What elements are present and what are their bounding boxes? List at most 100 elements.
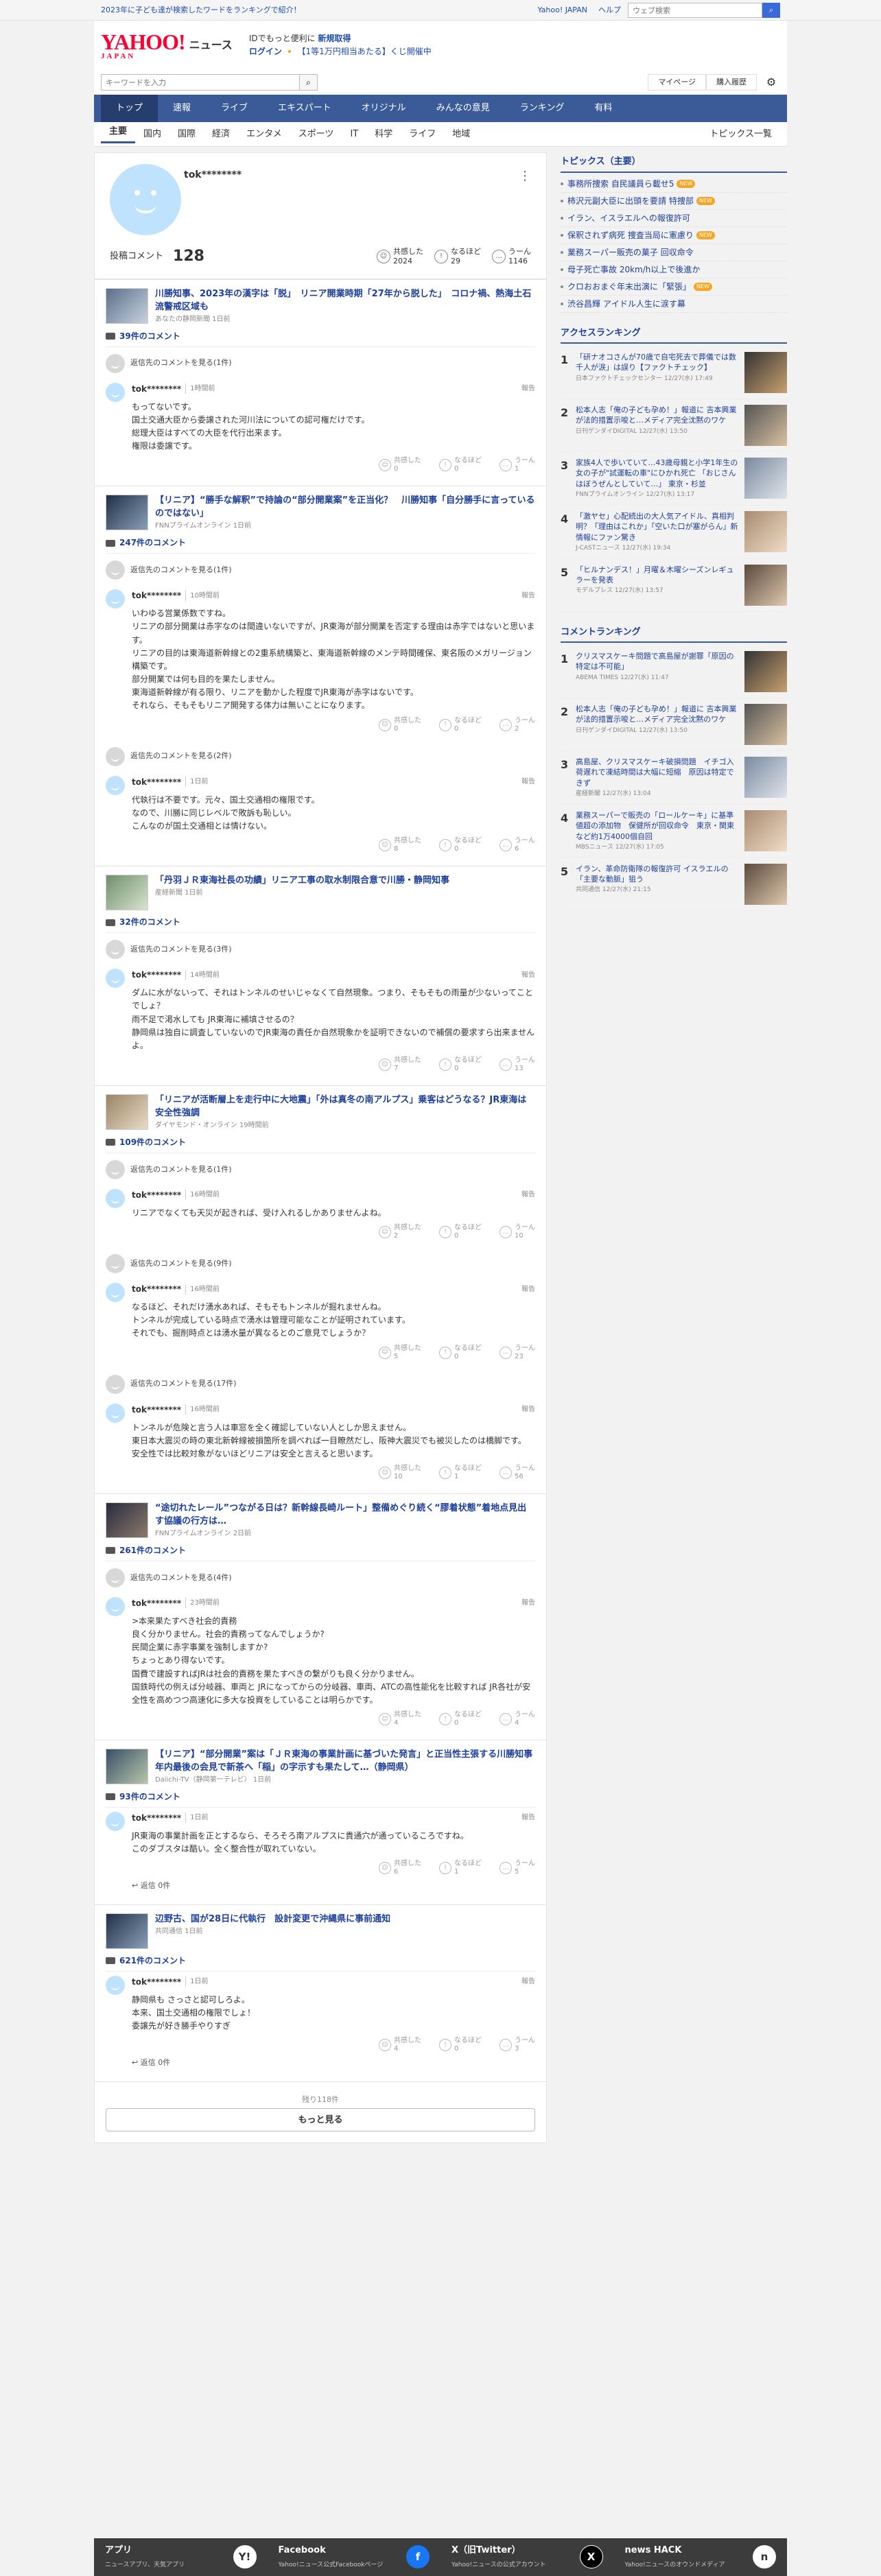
ranking-item[interactable]: 3 高島屋、クリスマスケーキ破損問題 イチゴ入荷遅れで凍結時間は大幅に短縮 原因は… xyxy=(561,751,787,805)
empathy-button[interactable]: ☺ 共感した 2 xyxy=(379,1224,421,1240)
report-link[interactable]: 報告 xyxy=(521,1598,535,1608)
comment-count[interactable]: 109件のコメント xyxy=(106,1136,535,1153)
keyword-search-button[interactable]: ⌕ xyxy=(300,74,318,91)
gear-icon[interactable]: ⚙ xyxy=(762,74,780,91)
report-link[interactable]: 報告 xyxy=(521,383,535,394)
uun-button[interactable]: … うーん 1 xyxy=(500,457,535,473)
cat-sports[interactable]: スポーツ xyxy=(290,128,342,141)
ranking-item[interactable]: 1 クリスマスケーキ問題で高島屋が謝罪「原因の特定は不可能」 ABEMA TIMES… xyxy=(561,646,787,699)
help-link[interactable]: ヘルプ xyxy=(598,5,621,16)
nav-top[interactable]: トップ xyxy=(101,95,158,122)
uun-button[interactable]: … うーん 10 xyxy=(500,1224,535,1240)
empathy-button[interactable]: ☺ 共感した 6 xyxy=(379,1860,421,1876)
login-link[interactable]: ログイン xyxy=(249,47,282,56)
ranking-item[interactable]: 4 「激ヤセ」心配続出の大人気アイドル、真相判明？「理由はこれか」「空いた口が塞が… xyxy=(561,506,787,559)
article-thumbnail[interactable] xyxy=(106,495,148,531)
nav-live[interactable]: ライブ xyxy=(206,95,263,122)
naruhodo-button[interactable]: ! なるほど 1 xyxy=(439,1465,482,1481)
empathy-button[interactable]: ☺ 共感した 0 xyxy=(379,717,421,733)
nav-ranking[interactable]: ランキング xyxy=(505,95,580,122)
report-link[interactable]: 報告 xyxy=(521,1812,535,1823)
reply-target-link[interactable]: 返信先のコメントを見る(9件) xyxy=(106,1247,535,1279)
nav-original[interactable]: オリジナル xyxy=(346,95,421,122)
naruhodo-button[interactable]: ! なるほど 0 xyxy=(439,1345,482,1361)
ranking-item[interactable]: 4 業務スーパーで販売の「ロールケーキ」に基準値超の添加物 保健所が回収命令 東京… xyxy=(561,805,787,858)
article-thumbnail[interactable] xyxy=(106,1913,148,1949)
article-thumbnail[interactable] xyxy=(106,1094,148,1131)
topics-list-link[interactable]: トピックス一覧 xyxy=(701,128,780,141)
footer-item[interactable]: アプリ ニュースアプリ、天気アプリ Y! xyxy=(94,2538,268,2576)
load-more-button[interactable]: もっと見る xyxy=(106,2108,535,2132)
ranking-item[interactable]: 2 松本人志「俺の子ども孕め！」報道に 吉本興業が法的措置示唆と…メディア完全沈黙… xyxy=(561,698,787,752)
cat-entertainment[interactable]: エンタメ xyxy=(238,128,290,141)
reply-target-link[interactable]: 返信先のコメントを見る(1件) xyxy=(106,554,535,585)
article-thumbnail[interactable] xyxy=(106,1502,148,1539)
reply-target-link[interactable]: 返信先のコメントを見る(17件) xyxy=(106,1368,535,1399)
topic-item[interactable]: イラン、イスラエルへの報復許可 xyxy=(561,210,787,227)
naruhodo-button[interactable]: ! なるほど 0 xyxy=(439,1056,482,1073)
yahoo-logo[interactable]: YAHOO! JAPAN xyxy=(101,31,186,60)
ranking-item[interactable]: 2 松本人志「俺の子ども孕め！」報道に 吉本興業が法的措置示唆と…メディア完全沈黙… xyxy=(561,399,787,452)
report-link[interactable]: 報告 xyxy=(521,1190,535,1200)
article-title[interactable]: 【リニア】“勝手な解釈”で持論の“部分開業案”を正当化？ 川勝知事「自分勝手に言… xyxy=(155,495,535,521)
article-thumbnail[interactable] xyxy=(106,1749,148,1785)
cat-world[interactable]: 国際 xyxy=(169,128,204,141)
article-title[interactable]: 辺野古、国が28日に代執行 設計変更で沖縄県に事前通知 xyxy=(155,1913,390,1926)
comment-count[interactable]: 621件のコメント xyxy=(106,1954,535,1972)
naruhodo-button[interactable]: ! なるほど 0 xyxy=(439,717,482,733)
empathy-button[interactable]: ☺ 共感した 4 xyxy=(379,1711,421,1727)
report-link[interactable]: 報告 xyxy=(521,1976,535,1987)
naruhodo-button[interactable]: ! なるほど 1 xyxy=(439,1860,482,1876)
more-options-icon[interactable]: ⋮ xyxy=(519,167,531,185)
cat-domestic[interactable]: 国内 xyxy=(135,128,169,141)
nav-breaking[interactable]: 速報 xyxy=(158,95,206,122)
topic-item[interactable]: クロおおまぐ年末出演に「緊張」 NEW xyxy=(561,279,787,296)
footer-item[interactable]: X（旧Twitter） Yahoo!ニュースの公式アカウント X xyxy=(441,2538,614,2576)
empathy-button[interactable]: ☺ 共感した 0 xyxy=(379,457,421,473)
topic-item[interactable]: 柿沢元副大臣に出頭を要請 特捜部 NEW xyxy=(561,193,787,210)
article-title[interactable]: 【リニア】“部分開業”案は「ＪＲ東海の事業計画に基づいた発言」と正当性主張する川… xyxy=(155,1749,541,1775)
topic-item[interactable]: 保釈されず病死 捜査当局に憲慮り NEW xyxy=(561,227,787,244)
comment-count[interactable]: 261件のコメント xyxy=(106,1544,535,1561)
cat-economy[interactable]: 経済 xyxy=(204,128,238,141)
naruhodo-button[interactable]: ! なるほど 0 xyxy=(439,1711,482,1727)
ranking-item[interactable]: 5 「ヒルナンデス！」月曜＆木曜シーズンレギュラーを発表 モデルプレス 12/27(… xyxy=(561,559,787,612)
nav-expert[interactable]: エキスパート xyxy=(263,95,346,122)
reply-target-link[interactable]: 返信先のコメントを見る(4件) xyxy=(106,1561,535,1593)
article-title[interactable]: “途切れたレール”つながる日は？新幹線長崎ルート」整備めぐり続く“膠着状態”着地… xyxy=(155,1502,535,1528)
uun-button[interactable]: … うーん 56 xyxy=(500,1465,535,1481)
reply-target-link[interactable]: 返信先のコメントを見る(3件) xyxy=(106,933,535,965)
web-search-input[interactable] xyxy=(628,3,762,18)
uun-button[interactable]: … うーん 13 xyxy=(500,1056,535,1073)
empathy-button[interactable]: ☺ 共感した 5 xyxy=(379,1345,421,1361)
uun-button[interactable]: … うーん 4 xyxy=(500,1711,535,1727)
naruhodo-button[interactable]: ! なるほど 0 xyxy=(439,1224,482,1240)
reply-target-link[interactable]: 返信先のコメントを見る(1件) xyxy=(106,1153,535,1185)
comment-count[interactable]: 93件のコメント xyxy=(106,1791,535,1808)
naruhodo-button[interactable]: ! なるほど 0 xyxy=(439,837,482,853)
top-promo-link[interactable]: 2023年に子ども達が検索したワードをランキングで紹介！ xyxy=(101,5,537,16)
campaign-link[interactable]: 【1等1万円相当あたる】くじ開催中 xyxy=(297,47,431,56)
yahoo-japan-link[interactable]: Yahoo! JAPAN xyxy=(537,5,587,16)
empathy-button[interactable]: ☺ 共感した 8 xyxy=(379,837,421,853)
nav-paid[interactable]: 有料 xyxy=(579,95,627,122)
mypage-button[interactable]: マイページ xyxy=(648,73,706,91)
empathy-button[interactable]: ☺ 共感した 10 xyxy=(379,1465,421,1481)
nav-opinion[interactable]: みんなの意見 xyxy=(421,95,505,122)
cat-it[interactable]: IT xyxy=(342,128,366,141)
ranking-item[interactable]: 1 「研ナオコさんが70歳で自宅死去で葬儀では数千人が涙」は誤り【ファクトチェック… xyxy=(561,346,787,399)
keyword-search-input[interactable] xyxy=(101,74,300,91)
article-title[interactable]: 「リニアが活断層上を走行中に大地震」「外は真冬の南アルプス」乗客はどうなる？JR… xyxy=(155,1094,535,1120)
footer-item[interactable]: Facebook Yahoo!ニュース公式Facebookページ f xyxy=(268,2538,441,2576)
report-link[interactable]: 報告 xyxy=(521,970,535,980)
uun-button[interactable]: … うーん 3 xyxy=(500,2037,535,2053)
comment-count[interactable]: 39件のコメント xyxy=(106,330,535,347)
reply-count-link[interactable]: ↩ 返信 0件 xyxy=(132,2057,535,2069)
ranking-item[interactable]: 5 イラン、革命防衛隊の報復許可 イスラエルの「主要な動脈」狙う 共同通信 12/2… xyxy=(561,858,787,911)
topic-item[interactable]: 業務スーパー販売の菓子 回収命令 xyxy=(561,244,787,261)
empathy-button[interactable]: ☺ 共感した 4 xyxy=(379,2037,421,2053)
service-name[interactable]: ニュース xyxy=(189,37,233,54)
article-thumbnail[interactable] xyxy=(106,288,148,324)
uun-button[interactable]: … うーん 23 xyxy=(500,1345,535,1361)
topic-item[interactable]: 母子死亡事故 20km/h以上で後進か xyxy=(561,261,787,279)
